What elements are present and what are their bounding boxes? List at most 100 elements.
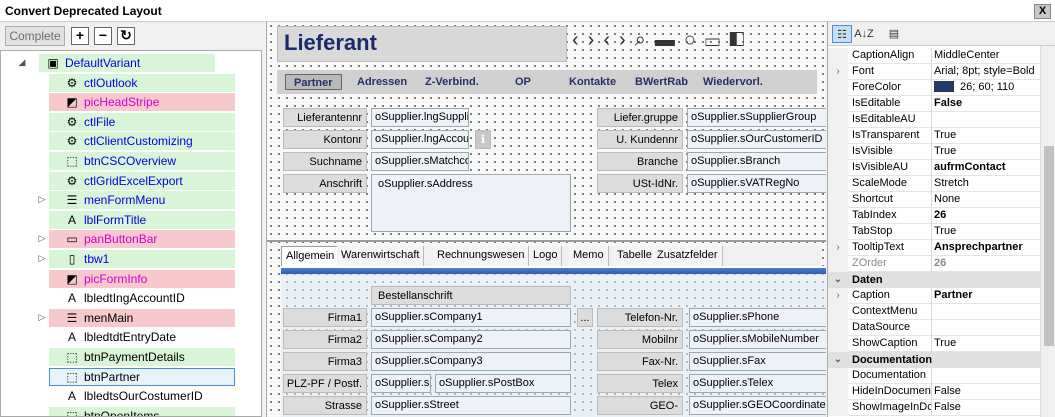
property-grid[interactable]: ☷ A↓Z ▤ CaptionAlign MiddleCenter › Font Ari… — [827, 22, 1055, 417]
categorized-button[interactable]: ☷ — [832, 25, 852, 43]
property-row[interactable]: ContextMenu — [828, 304, 1040, 320]
property-value[interactable]: True — [934, 144, 1038, 160]
close-button[interactable]: X — [1034, 4, 1051, 19]
property-row[interactable]: IsVisible True — [828, 144, 1040, 160]
property-value[interactable]: 26 — [934, 256, 1038, 272]
property-row[interactable]: IsEditableAU — [828, 112, 1040, 128]
page-tab[interactable]: Tabelle — [613, 246, 657, 266]
page-tab[interactable]: Allgemein — [281, 246, 340, 266]
tree-row[interactable]: ✓⬚btnPaymentDetails — [1, 347, 261, 367]
page-tab[interactable]: Memo — [569, 246, 609, 266]
property-value[interactable]: aufrmContact — [934, 160, 1038, 176]
property-row[interactable]: Documentation — [828, 368, 1040, 384]
tree-row[interactable]: ✓AlblFormTitle — [1, 210, 261, 230]
form-tab-button[interactable]: Kontakte — [569, 74, 616, 90]
expand-all-button[interactable]: + — [71, 27, 89, 45]
form-tab-button[interactable]: OP — [515, 74, 531, 90]
collapse-all-button[interactable]: − — [94, 27, 112, 45]
tree-expander-icon[interactable]: ◢ — [17, 57, 27, 67]
control-tree[interactable]: ◢▣DefaultVariant✓⚙ctlOutlook✓◩picHeadStr… — [0, 50, 262, 417]
property-value[interactable]: 26; 60; 110 — [934, 80, 1038, 96]
form-tab-button[interactable]: Partner — [285, 74, 342, 90]
form-tab-button[interactable]: Wiedervorl. — [703, 74, 763, 90]
tree-expander-icon[interactable]: ▷ — [37, 194, 47, 204]
field-input[interactable]: oSupplier.lngSupplie — [371, 108, 469, 127]
field-input[interactable]: oSupplier.sAddress — [371, 174, 571, 232]
tree-row[interactable]: ◢ ▣ DefaultVariant — [1, 53, 261, 73]
tree-row[interactable]: AlbledtdtEntryDate — [1, 327, 261, 347]
complete-button[interactable]: Complete — [5, 26, 65, 46]
property-value[interactable]: False — [934, 384, 1038, 400]
property-row[interactable]: › Font Arial; 8pt; style=Bold — [828, 64, 1040, 80]
tree-row[interactable]: ▷✓☰menMain — [1, 308, 261, 328]
property-pages-button[interactable]: ▤ — [884, 25, 904, 43]
tree-expander-icon[interactable]: ▷ — [37, 233, 47, 243]
property-category[interactable]: ⌄ Daten — [828, 272, 1040, 288]
tree-row[interactable]: ✓⚙ctlGridExcelExport — [1, 171, 261, 191]
tree-row[interactable]: ✓⬚btnOpenItems — [1, 406, 261, 416]
field-input[interactable]: oSupplier.sPhone — [689, 308, 826, 327]
field-input[interactable]: oSupplier.s — [371, 374, 431, 393]
category-expander-icon[interactable]: ⌄ — [828, 352, 848, 368]
property-value[interactable]: True — [934, 128, 1038, 144]
field-input[interactable]: oSupplier.sCompany1 — [371, 308, 571, 327]
field-input[interactable]: oSupplier.sBranch — [687, 152, 826, 171]
property-row[interactable]: IsTransparent True — [828, 128, 1040, 144]
sort-alpha-button[interactable]: A↓Z — [854, 25, 874, 43]
property-row[interactable]: ShowImageInDc False — [828, 400, 1040, 416]
category-expander-icon[interactable]: ⌄ — [828, 272, 848, 288]
property-value[interactable]: Ansprechpartner — [934, 240, 1038, 256]
refresh-button[interactable]: ↻ — [117, 27, 135, 45]
field-input[interactable]: oSupplier.sGEOCoordinates — [689, 396, 826, 415]
page-tab[interactable]: Rechnungswesen — [433, 246, 530, 266]
property-value[interactable] — [934, 112, 1038, 128]
property-value[interactable] — [934, 320, 1038, 336]
form-toolstrip[interactable]: ‹›‹›⌕▬○▭◧ — [572, 26, 826, 54]
property-row[interactable]: IsEditable False — [828, 96, 1040, 112]
form-tab-button[interactable]: Adressen — [357, 74, 407, 90]
property-value[interactable] — [934, 304, 1038, 320]
property-value[interactable]: False — [934, 96, 1038, 112]
property-row[interactable]: Shortcut None — [828, 192, 1040, 208]
tree-row[interactable]: ▷✓☰menFormMenu — [1, 190, 261, 210]
property-expander-icon[interactable]: › — [828, 288, 848, 304]
property-row[interactable]: ForeColor 26; 60; 110 — [828, 80, 1040, 96]
property-value[interactable]: Stretch — [934, 176, 1038, 192]
field-input[interactable]: oSupplier.sMobileNumber — [689, 330, 826, 349]
field-input[interactable]: oSupplier.sSupplierGroup — [687, 108, 826, 127]
tree-row[interactable]: AlbledtsOurCostumerID — [1, 386, 261, 406]
property-row[interactable]: IsVisibleAU aufrmContact — [828, 160, 1040, 176]
property-expander-icon[interactable]: › — [828, 240, 848, 256]
form-tab-button[interactable]: Z-Verbind. — [425, 74, 479, 90]
property-row[interactable]: DataSource — [828, 320, 1040, 336]
property-value[interactable]: Arial; 8pt; style=Bold — [934, 64, 1038, 80]
field-input[interactable]: oSupplier.lngAccou — [371, 130, 469, 149]
scrollbar-thumb[interactable] — [1044, 146, 1054, 346]
tree-row[interactable]: ✓⚙ctlFile — [1, 112, 261, 132]
form-tab-button[interactable]: BWertRab — [635, 74, 688, 90]
property-value[interactable]: False — [934, 400, 1038, 416]
tree-row[interactable]: ✓◩picHeadStripe — [1, 92, 261, 112]
property-row[interactable]: ZOrder 26 — [828, 256, 1040, 272]
property-category[interactable]: ⌄ Documentation — [828, 352, 1040, 368]
tree-row[interactable]: ✓⚙ctlOutlook — [1, 73, 261, 93]
ellipsis-button[interactable]: ... — [577, 308, 593, 327]
property-row[interactable]: ShowCaption True — [828, 336, 1040, 352]
tree-row[interactable]: ✓◩picFormInfo — [1, 269, 261, 289]
field-input[interactable]: oSupplier.sCompany2 — [371, 330, 571, 349]
tree-row[interactable]: ✓⬚btnCSCOverview — [1, 151, 261, 171]
property-row[interactable]: TabStop True — [828, 224, 1040, 240]
property-value[interactable]: None — [934, 192, 1038, 208]
field-input[interactable]: oSupplier.sVATRegNo — [687, 174, 826, 193]
form-designer[interactable]: Lieferant ‹›‹›⌕▬○▭◧ Partner Adressen Z-Ver… — [266, 22, 826, 417]
page-tab[interactable]: Logo — [529, 246, 563, 266]
page-tab[interactable]: Zusatzfelder — [653, 246, 723, 266]
field-input[interactable]: oSupplier.sStreet — [371, 396, 571, 415]
form-title-panel[interactable]: Lieferant — [277, 26, 567, 62]
tree-expander-icon[interactable]: ▷ — [37, 253, 47, 263]
property-row[interactable]: ScaleMode Stretch — [828, 176, 1040, 192]
property-value[interactable]: True — [934, 224, 1038, 240]
property-scrollbar[interactable] — [1040, 46, 1055, 417]
tree-expander-icon[interactable]: ▷ — [37, 312, 47, 322]
property-row[interactable]: CaptionAlign MiddleCenter — [828, 48, 1040, 64]
